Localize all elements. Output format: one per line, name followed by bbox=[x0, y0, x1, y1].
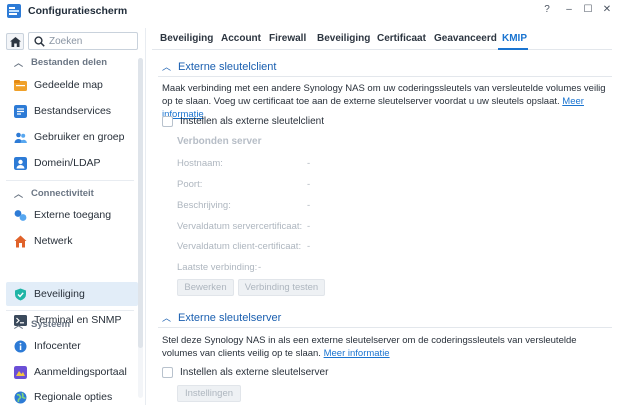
window-title: Configuratiescherm bbox=[28, 5, 128, 17]
sidebar-item-label: Bestandservices bbox=[34, 105, 112, 117]
sidebar-item-shared-folder[interactable]: Gedeelde map bbox=[6, 73, 138, 97]
sidebar-item-label: Aanmeldingsportaal bbox=[34, 366, 127, 378]
sidebar-scrollbar-thumb[interactable] bbox=[138, 58, 143, 348]
control-panel-app-icon bbox=[7, 4, 21, 18]
field-value-hostname: - bbox=[307, 158, 311, 169]
section-label: Connectiviteit bbox=[31, 188, 94, 199]
section-title-key-server[interactable]: ︿ Externe sleutelserver bbox=[162, 311, 281, 324]
section-divider bbox=[158, 327, 612, 328]
minimize-icon[interactable]: – bbox=[562, 3, 576, 17]
sidebar-item-security[interactable]: Beveiliging bbox=[6, 282, 138, 306]
field-label-description: Beschrijving: bbox=[177, 200, 231, 211]
search-box[interactable] bbox=[28, 32, 138, 50]
chevron-up-icon: ︿ bbox=[14, 320, 24, 330]
help-icon[interactable]: ? bbox=[540, 3, 554, 17]
sidebar-item-label: Gebruiker en groep bbox=[34, 131, 125, 143]
field-value-client-cert-expiry: - bbox=[307, 241, 311, 252]
chevron-up-icon: ︿ bbox=[162, 313, 172, 323]
tab-account[interactable]: Account bbox=[221, 33, 261, 44]
field-label-server-cert-expiry: Vervaldatum servercertificaat: bbox=[177, 221, 303, 232]
section-title-text: Externe sleutelserver bbox=[178, 311, 282, 324]
sidebar-item-network[interactable]: Netwerk bbox=[6, 229, 138, 253]
field-label-client-cert-expiry: Vervaldatum client-certificaat: bbox=[177, 241, 302, 252]
sidebar-item-info-center[interactable]: Infocenter bbox=[6, 334, 138, 358]
tab-bar: Beveiliging Account Firewall Beveiliging… bbox=[152, 28, 612, 50]
tab-advanced[interactable]: Geavanceerd bbox=[434, 33, 497, 44]
regional-options-icon bbox=[14, 391, 27, 403]
sidebar-item-regional-options[interactable]: Regionale opties bbox=[6, 385, 138, 405]
info-center-icon bbox=[14, 340, 27, 352]
section-label: Systeem bbox=[31, 319, 71, 330]
field-value-description: - bbox=[307, 200, 311, 211]
more-info-link[interactable]: Meer informatie bbox=[324, 348, 390, 359]
section-label: Bestanden delen bbox=[31, 57, 108, 68]
chevron-up-icon: ︿ bbox=[162, 62, 172, 72]
login-portal-icon bbox=[14, 365, 27, 379]
set-as-key-client-checkbox[interactable] bbox=[162, 116, 173, 127]
network-icon bbox=[14, 235, 27, 247]
section-header-file-sharing[interactable]: ︿ Bestanden delen bbox=[14, 56, 107, 69]
sidebar-item-label: Netwerk bbox=[34, 235, 73, 247]
tab-firewall[interactable]: Firewall bbox=[269, 33, 306, 44]
sidebar-item-file-services[interactable]: Bestandservices bbox=[6, 99, 138, 123]
active-tab-indicator bbox=[498, 48, 528, 50]
section-title-text: Externe sleutelclient bbox=[178, 60, 277, 73]
tab-security[interactable]: Beveiliging bbox=[160, 33, 213, 44]
search-icon bbox=[34, 36, 45, 47]
security-shield-icon bbox=[15, 288, 26, 300]
sidebar-item-external-access[interactable]: Externe toegang bbox=[6, 203, 138, 227]
key-client-checkbox-row: Instellen als externe sleutelclient bbox=[162, 116, 324, 127]
checkbox-label: Instellen als externe sleutelserver bbox=[180, 367, 329, 378]
sidebar-item-domain-ldap[interactable]: Domein/LDAP bbox=[6, 151, 138, 175]
sidebar-divider bbox=[6, 310, 134, 311]
field-value-last-connection: - bbox=[258, 262, 262, 273]
sidebar-item-label: Beveiliging bbox=[34, 288, 85, 300]
tab-certificate[interactable]: Certificaat bbox=[377, 33, 426, 44]
chevron-up-icon: ︿ bbox=[14, 189, 24, 199]
set-as-key-server-checkbox[interactable] bbox=[162, 367, 173, 378]
sidebar-divider bbox=[6, 180, 134, 181]
connected-server-heading: Verbonden server bbox=[177, 136, 262, 147]
external-access-icon bbox=[14, 209, 27, 221]
field-label-port: Poort: bbox=[177, 179, 203, 190]
sidebar-item-label: Gedeelde map bbox=[34, 79, 103, 91]
section-header-system[interactable]: ︿ Systeem bbox=[14, 318, 70, 331]
section-divider bbox=[158, 76, 612, 77]
section-title-key-client[interactable]: ︿ Externe sleutelclient bbox=[162, 60, 276, 73]
test-connection-button[interactable]: Verbinding testen bbox=[238, 279, 325, 296]
shared-folder-icon bbox=[14, 79, 27, 91]
close-icon[interactable]: ✕ bbox=[600, 3, 614, 17]
title-bar: Configuratiescherm ? – ☐ ✕ bbox=[0, 0, 620, 22]
home-button[interactable] bbox=[6, 33, 24, 50]
tab-kmip[interactable]: KMIP bbox=[502, 33, 527, 44]
edit-button[interactable]: Bewerken bbox=[177, 279, 234, 296]
sidebar-item-label: Regionale opties bbox=[34, 391, 113, 403]
key-server-checkbox-row: Instellen als externe sleutelserver bbox=[162, 367, 328, 378]
field-label-last-connection: Laatste verbinding: bbox=[177, 262, 258, 273]
file-services-icon bbox=[14, 104, 27, 118]
checkbox-label: Instellen als externe sleutelclient bbox=[180, 116, 324, 127]
sidebar-item-user-group[interactable]: Gebruiker en groep bbox=[6, 125, 138, 149]
maximize-icon[interactable]: ☐ bbox=[581, 3, 595, 17]
field-label-hostname: Hostnaam: bbox=[177, 158, 223, 169]
settings-button[interactable]: Instellingen bbox=[177, 385, 241, 402]
sidebar-item-label: Infocenter bbox=[34, 340, 81, 352]
domain-ldap-icon bbox=[14, 156, 27, 170]
user-group-icon bbox=[14, 132, 27, 143]
section-header-connectivity[interactable]: ︿ Connectiviteit bbox=[14, 187, 94, 200]
search-input[interactable] bbox=[49, 34, 135, 48]
sidebar-item-label: Domein/LDAP bbox=[34, 157, 101, 169]
field-value-port: - bbox=[307, 179, 311, 190]
tab-protection[interactable]: Beveiliging bbox=[317, 33, 370, 44]
field-value-server-cert-expiry: - bbox=[307, 221, 311, 232]
sidebar-item-label: Externe toegang bbox=[34, 209, 112, 221]
chevron-up-icon: ︿ bbox=[14, 58, 24, 68]
home-icon bbox=[9, 36, 21, 47]
sidebar-item-login-portal[interactable]: Aanmeldingsportaal bbox=[6, 360, 138, 384]
key-server-description: Stel deze Synology NAS in als een extern… bbox=[162, 335, 577, 359]
